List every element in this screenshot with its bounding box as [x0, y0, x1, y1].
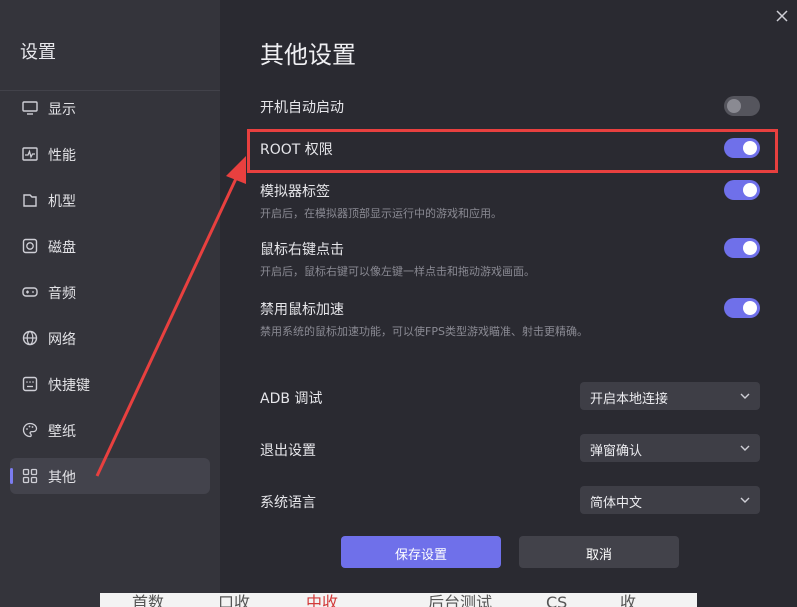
sidebar-item-label: 音频	[48, 286, 76, 302]
system-language-label: 系统语言	[260, 495, 316, 511]
strip-item: 收	[620, 593, 637, 607]
sidebar-item-label: 快捷键	[48, 378, 90, 394]
right-click-label: 鼠标右键点击	[260, 242, 344, 258]
system-language-select[interactable]: 简体中文	[580, 486, 760, 514]
mouse-accel-label: 禁用鼠标加速	[260, 302, 344, 318]
mouse-accel-desc: 禁用系统的鼠标加速功能，可以使FPS类型游戏瞄准、射击更精确。	[260, 325, 588, 338]
sidebar-item-network[interactable]: 网络	[10, 320, 210, 356]
select-value: 开启本地连接	[590, 392, 669, 407]
select-value: 简体中文	[590, 496, 643, 511]
sidebar-item-label: 显示	[48, 102, 76, 118]
device-icon	[23, 194, 37, 207]
right-click-toggle[interactable]	[724, 238, 760, 258]
sidebar-item-model[interactable]: 机型	[10, 182, 210, 218]
palette-icon	[22, 422, 38, 438]
background-window-strip: 首数 口收 中收 后台测试 CS 收	[100, 593, 697, 607]
toggle-knob	[727, 99, 741, 113]
gamepad-icon	[22, 287, 38, 297]
sidebar-item-label: 机型	[48, 194, 76, 210]
save-button[interactable]: 保存设置	[341, 536, 501, 568]
chevron-down-icon	[740, 393, 750, 399]
autostart-toggle[interactable]	[724, 96, 760, 116]
disk-icon	[22, 238, 38, 254]
sidebar-item-label: 性能	[48, 148, 76, 164]
sidebar-item-label: 其他	[48, 470, 76, 486]
exit-setting-label: 退出设置	[260, 443, 316, 459]
mouse-accel-toggle[interactable]	[724, 298, 760, 318]
keyboard-icon	[22, 376, 38, 392]
sidebar-item-shortcuts[interactable]: 快捷键	[10, 366, 210, 402]
sidebar-item-wallpaper[interactable]: 壁纸	[10, 412, 210, 448]
strip-item: 首数	[132, 593, 165, 607]
cancel-button-label: 取消	[585, 548, 612, 563]
sidebar-item-performance[interactable]: 性能	[10, 136, 210, 172]
settings-sidebar: 设置 显示 性能 机型 磁盘 音频 网络 快捷键 壁纸 其他	[0, 0, 220, 607]
emulator-tabs-label: 模拟器标签	[260, 184, 330, 200]
sidebar-item-other[interactable]: 其他	[10, 458, 210, 494]
sidebar-item-label: 网络	[48, 332, 76, 348]
chevron-down-icon	[740, 445, 750, 451]
adb-debug-select[interactable]: 开启本地连接	[580, 382, 760, 410]
activity-icon	[22, 147, 38, 161]
strip-item: 口收	[218, 593, 251, 607]
right-click-desc: 开启后，鼠标右键可以像左键一样点击和拖动游戏画面。	[260, 265, 535, 278]
sidebar-title: 设置	[20, 42, 56, 63]
sidebar-item-label: 壁纸	[48, 424, 76, 440]
emulator-tabs-toggle[interactable]	[724, 180, 760, 200]
select-value: 弹窗确认	[590, 444, 643, 459]
page-title: 其他设置	[260, 41, 356, 69]
toggle-knob	[743, 183, 757, 197]
strip-item: CS	[546, 593, 568, 607]
sidebar-item-audio[interactable]: 音频	[10, 274, 210, 310]
grid-icon	[22, 468, 38, 484]
strip-item: 中收	[306, 593, 339, 607]
monitor-icon	[22, 101, 38, 115]
autostart-label: 开机自动启动	[260, 100, 344, 116]
cancel-button[interactable]: 取消	[519, 536, 679, 568]
toggle-knob	[743, 241, 757, 255]
emulator-tabs-desc: 开启后，在模拟器顶部显示运行中的游戏和应用。	[260, 207, 502, 220]
save-button-label: 保存设置	[394, 548, 447, 563]
sidebar-item-display[interactable]: 显示	[10, 90, 210, 126]
globe-icon	[22, 330, 38, 346]
adb-debug-label: ADB 调试	[260, 391, 323, 407]
sidebar-item-disk[interactable]: 磁盘	[10, 228, 210, 264]
toggle-knob	[743, 301, 757, 315]
exit-setting-select[interactable]: 弹窗确认	[580, 434, 760, 462]
close-icon[interactable]	[775, 9, 789, 23]
sidebar-item-label: 磁盘	[48, 240, 76, 256]
strip-item: 后台测试	[428, 593, 493, 607]
chevron-down-icon	[740, 497, 750, 503]
annotation-highlight-box	[247, 129, 778, 173]
